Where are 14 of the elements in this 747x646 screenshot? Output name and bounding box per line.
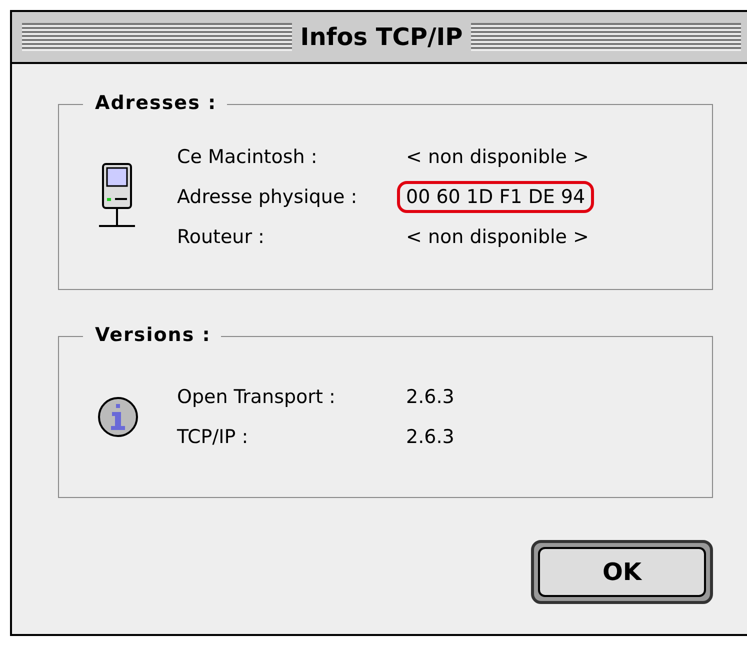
ok-button[interactable]: OK <box>538 547 706 597</box>
field-value: 00 60 1D F1 DE 94 <box>397 181 594 213</box>
field-label: Ce Macintosh : <box>177 146 318 168</box>
window-title: Infos TCP/IP <box>300 23 463 51</box>
field-label: Routeur : <box>177 226 266 248</box>
field-label: Adresse physique : <box>177 186 358 208</box>
info-icon <box>97 396 139 438</box>
title-bar[interactable]: Infos TCP/IP <box>12 12 747 64</box>
field-label: Open Transport : <box>177 386 336 408</box>
field-value: < non disponible > <box>405 145 590 170</box>
field-value: 2.6.3 <box>405 385 456 410</box>
field-value: 2.6.3 <box>405 425 456 450</box>
field-label: TCP/IP : <box>177 426 250 448</box>
field-value: < non disponible > <box>405 225 590 250</box>
